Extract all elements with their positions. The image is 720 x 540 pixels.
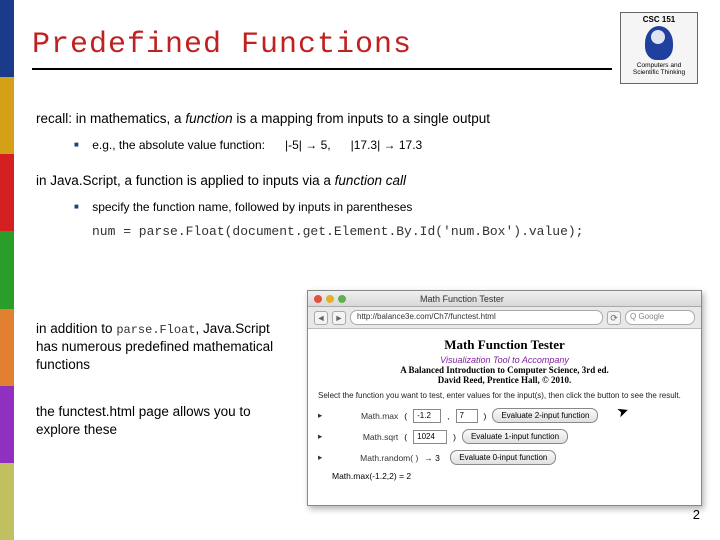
window-title: Math Function Tester [420,294,504,304]
back-button[interactable]: ◄ [314,311,328,325]
page-subtitle-1: Visualization Tool to Accompany [318,355,691,365]
bullet-icon: ▸ [318,410,322,421]
paragraph-functest: the functest.html page allows you to exp… [36,403,286,439]
page-subtitle-2: A Balanced Introduction to Computer Scie… [318,365,691,385]
logo-course: CSC 151 [623,15,695,24]
func-label: Math.sqrt [328,432,398,442]
bluejay-icon [645,26,673,60]
title-rule [32,68,612,70]
bullet-icon: ▸ [318,452,322,463]
reload-button[interactable]: ⟳ [607,311,621,325]
search-field[interactable]: Q Google [625,310,695,325]
arrow-icon: → 3 [424,453,444,463]
function-row-2input: ▸ Math.max ( , ) Evaluate 2-input functi… [318,408,691,423]
browser-titlebar: Math Function Tester [308,291,701,307]
func-label: Math.random( ) [328,453,418,463]
paragraph-recall: recall: in mathematics, a function is a … [36,110,696,128]
bullet-icon: ▸ [318,431,322,442]
url-field[interactable]: http://balance3e.com/Ch7/functest.html [350,310,603,325]
arg1-input[interactable] [413,430,447,444]
page-title: Predefined Functions [32,28,610,62]
code-example: num = parse.Float(document.get.Element.B… [92,224,696,239]
close-icon[interactable] [314,295,322,303]
paragraph-js: in Java.Script, a function is applied to… [36,172,696,190]
zoom-icon[interactable] [338,295,346,303]
bullet-specify: specify the function name, followed by i… [74,200,696,214]
result-text: Math.max(-1.2,2) = 2 [332,471,691,481]
func-label: Math.max [328,411,398,421]
function-row-1input: ▸ Math.sqrt ( ) Evaluate 1-input functio… [318,429,691,444]
browser-toolbar: ◄ ► http://balance3e.com/Ch7/functest.ht… [308,307,701,329]
main-content: recall: in mathematics, a function is a … [36,110,696,257]
evaluate-0-button[interactable]: Evaluate 0-input function [450,450,556,465]
forward-button[interactable]: ► [332,311,346,325]
minimize-icon[interactable] [326,295,334,303]
lower-text: in addition to parse.Float, Java.Script … [36,320,286,467]
bullet-abs-example: e.g., the absolute value function: |-5| … [74,138,696,152]
arg1-input[interactable] [413,409,441,423]
browser-body: Math Function Tester Visualization Tool … [308,329,701,489]
evaluate-2-button[interactable]: Evaluate 2-input function [492,408,598,423]
page-heading: Math Function Tester [318,337,691,353]
arg2-input[interactable] [456,409,478,423]
browser-window: Math Function Tester ◄ ► http://balance3… [307,290,702,506]
page-number: 2 [693,507,700,522]
logo-subtitle: Computers and Scientific Thinking [623,62,695,76]
paragraph-addition: in addition to parse.Float, Java.Script … [36,320,286,375]
function-row-0input: ▸ Math.random( ) → 3 Evaluate 0-input fu… [318,450,691,465]
course-logo: CSC 151 Computers and Scientific Thinkin… [620,12,698,84]
evaluate-1-button[interactable]: Evaluate 1-input function [462,429,568,444]
color-sidebar [0,0,14,540]
instructions: Select the function you want to test, en… [318,391,691,400]
